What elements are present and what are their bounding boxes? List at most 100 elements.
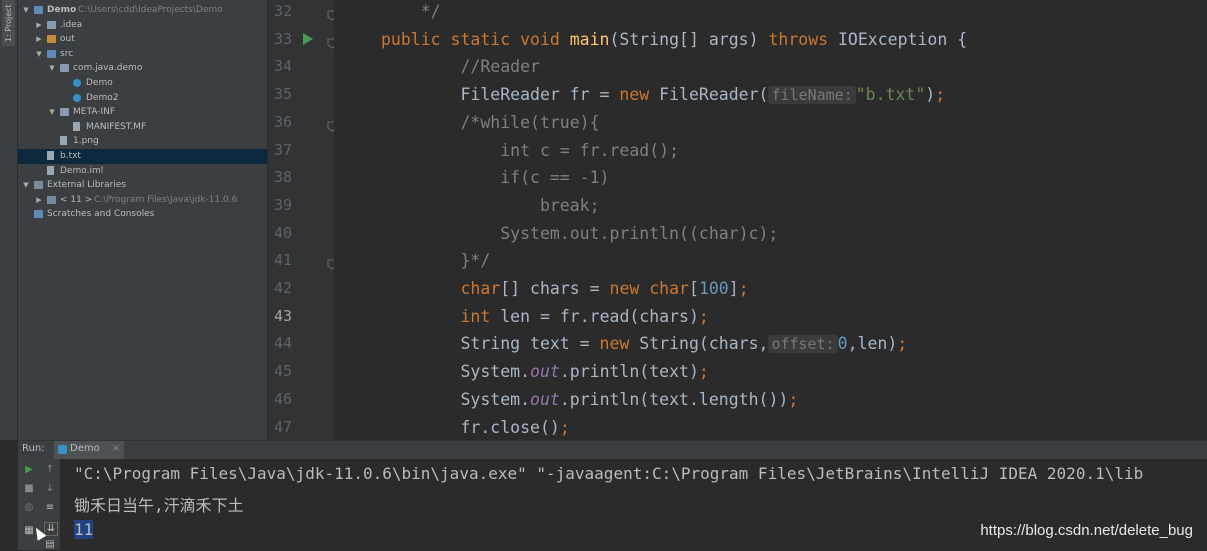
code-line: System.out.println(text.length()); [381,386,798,413]
camera-icon[interactable]: ◎ [23,502,35,514]
parameter-hint: offset: [768,335,838,354]
line-number: 41 [273,251,292,270]
tree-item-label: .idea [60,19,83,30]
code-token: ; [788,389,799,409]
code-token: int c = fr.read(); [381,140,680,160]
code-token: throws [768,29,838,49]
project-tree-item[interactable]: ▶ < 11 > C:\Program Files\Java\jdk-11.0.6 [18,193,267,208]
code-line: /*while(true){ [381,109,599,136]
code-token: (String[] args) [609,29,769,49]
code-line: System.out.println(text); [381,358,709,385]
selected-output-text: 11 [74,520,94,539]
project-tool-tab[interactable]: 1: Project [2,0,15,46]
line-number: 47 [273,417,292,436]
code-token: ; [698,362,709,382]
line-number: 33 [273,29,292,48]
scratches-icon [34,210,43,219]
code-token: if(c == -1) [381,168,610,188]
java-class-icon [73,93,81,102]
project-tree-item[interactable]: MANIFEST.MF [18,120,267,135]
folder-icon [47,20,56,29]
code-token: ; [698,306,709,326]
project-tree-item[interactable]: ▼ META-INF [18,105,267,120]
tree-item-path: C:\Users\cdd\IdeaProjects\Demo [78,5,223,15]
run-gutter-icon[interactable] [303,33,313,45]
project-tree-item[interactable]: 1.png [18,134,267,149]
text-file-icon [47,151,54,160]
stop-icon[interactable]: ■ [23,483,35,495]
code-token: ; [897,334,908,354]
code-line: int c = fr.read(); [381,137,679,164]
code-token: fr.close() [381,417,560,437]
folder-icon [60,108,69,117]
expand-arrow-icon[interactable]: ▼ [35,47,43,62]
orange-folder-icon [47,35,56,44]
project-tree-item[interactable]: Demo.iml [18,164,267,179]
line-number: 45 [273,362,292,381]
expand-arrow-icon[interactable]: ▼ [48,105,56,120]
code-line: System.out.println((char)c); [381,220,778,247]
down-arrow-icon[interactable]: ↓ [44,483,56,495]
rerun-icon[interactable]: ▶ [23,464,35,476]
project-tree-item[interactable]: Demo2 [18,91,267,106]
tree-item-label: META-INF [73,107,116,118]
code-token: String(chars, [639,334,769,354]
code-token: ,len) [847,334,898,354]
line-number: 39 [273,195,292,214]
code-token: System. [381,362,531,382]
expand-arrow-icon[interactable]: ▼ [22,3,30,18]
image-file-icon [60,136,67,146]
expand-arrow-icon[interactable]: ▼ [22,178,30,193]
collapse-arrow-icon[interactable]: ▶ [35,193,43,208]
code-token: FileReader fr = [381,85,620,105]
print-icon[interactable]: ▤ [44,539,56,551]
project-tree-item[interactable]: Scratches and Consoles [18,207,267,222]
line-number: 36 [273,112,292,131]
tree-item-label: < 11 > [60,194,93,205]
java-class-icon [73,79,81,87]
project-tree-item[interactable]: ▼ src [18,47,267,62]
collapse-arrow-icon[interactable]: ▶ [35,32,43,47]
line-number: 32 [273,2,292,20]
run-panel-header: Run: Demo × [18,440,1207,459]
library-icon [34,181,43,190]
project-tree-item[interactable]: ▼ External Libraries [18,178,267,193]
code-token: main [569,29,610,49]
run-tab-demo[interactable]: Demo × [54,441,124,459]
jdk-icon [47,195,56,204]
scroll-to-end-icon[interactable]: ⇊ [44,522,58,536]
line-number: 46 [273,389,292,408]
project-tree-item[interactable]: ▼ com.java.demo [18,61,267,76]
code-line: */ [381,0,441,25]
project-tree-item[interactable]: ▶ out [18,32,267,47]
expand-arrow-icon[interactable]: ▼ [48,61,56,76]
tree-item-label: External Libraries [47,180,127,191]
project-tree-item[interactable]: b.txt [18,149,267,164]
collapse-arrow-icon[interactable]: ▶ [35,18,43,33]
line-number: 43 [273,306,292,325]
code-token: 0 [837,334,848,354]
tool-window-strip: 1: Project [0,0,18,440]
editor-gutter: 32 33 34 35 36 37 38 39 40 41 42 43 44 45 46 47 [268,0,337,440]
code-token: char [460,279,501,298]
project-tree-item[interactable]: ▶ .idea [18,18,267,33]
code-token: [] chars = [500,279,610,298]
up-arrow-icon[interactable]: ↑ [44,464,56,476]
tree-item-label: Demo2 [86,92,119,103]
code-token: //Reader [381,57,540,77]
code-token: 100 [698,279,729,298]
code-line: char[] chars = new char[100]; [381,275,748,302]
run-tab-label: Demo [70,443,100,454]
close-tab-icon[interactable]: × [112,443,120,454]
line-number: 40 [273,223,292,242]
project-tree-item[interactable]: Demo [18,76,267,91]
code-token: }*/ [381,251,491,271]
code-editor[interactable]: */ public static void main(String[] args)… [334,0,1207,440]
project-tree-item[interactable]: ▼ Demo C:\Users\cdd\IdeaProjects\Demo [18,3,267,18]
soft-wrap-icon[interactable]: ≡ [44,502,56,514]
code-line: }*/ [381,247,490,274]
line-number: 42 [273,279,292,297]
code-token: System.out.println((char)c); [381,223,779,243]
tree-item-label: b.txt [60,151,81,161]
